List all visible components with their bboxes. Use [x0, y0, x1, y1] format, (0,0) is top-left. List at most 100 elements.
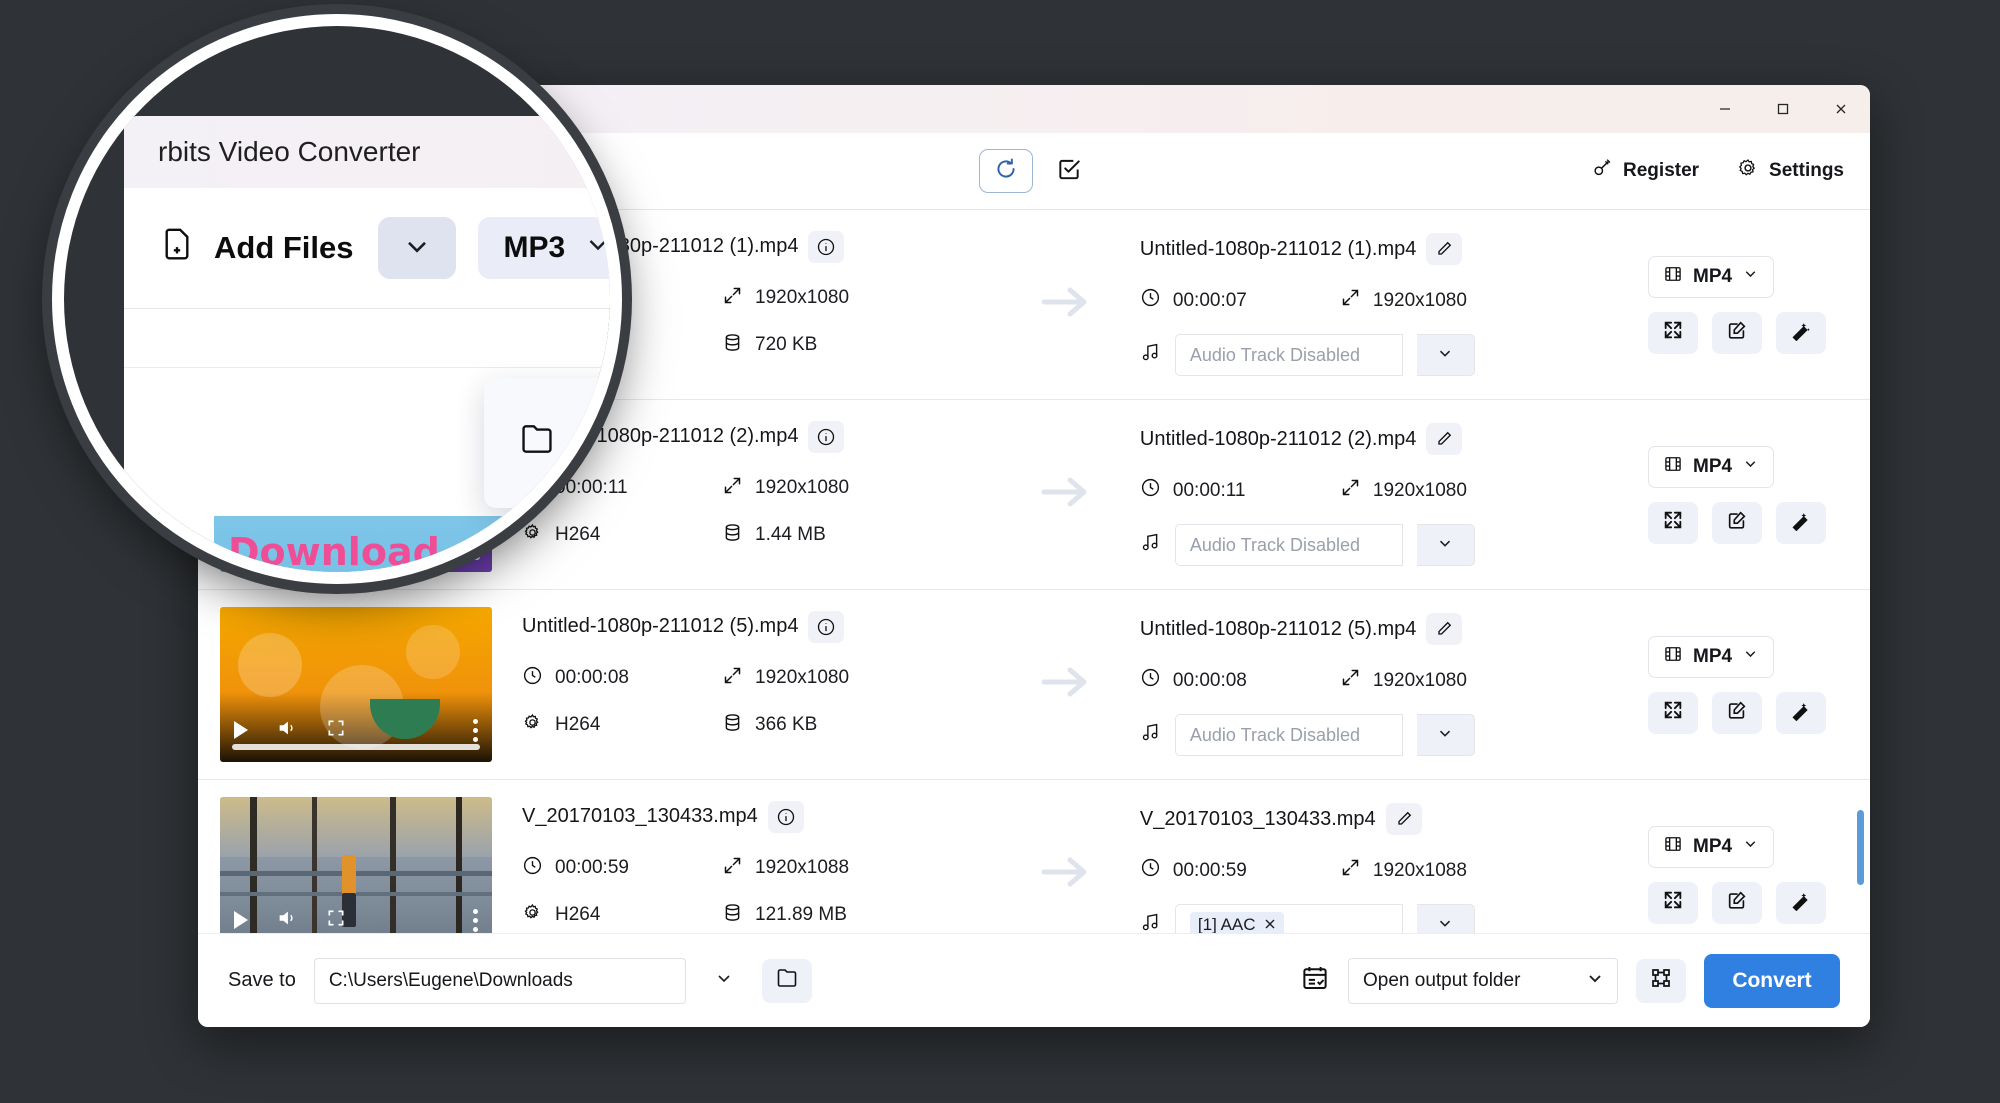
info-icon[interactable]	[808, 230, 845, 263]
row-format-selector[interactable]: MP4	[1648, 635, 1775, 678]
effects-button[interactable]	[1776, 311, 1826, 354]
compress-button[interactable]	[1648, 501, 1698, 544]
magnified-window: rbits Video Converter Add Files MP3 Down…	[124, 116, 610, 574]
audio-track-select[interactable]: Audio Track Disabled	[1174, 524, 1403, 566]
compress-icon	[1662, 699, 1684, 726]
magnified-add-files-button[interactable]: Add Files	[158, 225, 354, 271]
add-folder-menu[interactable]: Add Folder	[484, 378, 610, 508]
output-meta-row: 00:00:11 1920x1080	[1140, 477, 1648, 504]
play-icon[interactable]	[234, 911, 248, 929]
effects-button[interactable]	[1776, 691, 1826, 734]
browse-folder-button[interactable]	[761, 958, 812, 1003]
volume-icon[interactable]	[276, 907, 298, 934]
output-resolution-value: 1920x1088	[1372, 859, 1467, 881]
output-meta-row: 00:00:59 1920x1088	[1140, 857, 1648, 884]
audio-track-select[interactable]: [1] AAC	[1174, 904, 1403, 933]
merge-button[interactable]	[1636, 958, 1686, 1003]
close-icon[interactable]	[1264, 915, 1276, 933]
audio-track-select[interactable]: Audio Track Disabled	[1174, 334, 1403, 376]
magnified-add-files-dropdown-button[interactable]	[377, 217, 456, 279]
check-square-icon	[1056, 156, 1082, 187]
after-conversion-select[interactable]: Open output folder	[1348, 957, 1618, 1004]
source-thumbnail[interactable]	[220, 607, 492, 762]
edit-button[interactable]	[1712, 311, 1762, 354]
source-size: 366 KB	[722, 712, 817, 739]
source-meta-row-1: 00:00:08 1920x1080	[522, 665, 1006, 692]
row-action-buttons	[1648, 691, 1826, 734]
calendar-check-icon	[1300, 963, 1330, 998]
refresh-button[interactable]	[979, 149, 1033, 193]
pencil-icon[interactable]	[1426, 233, 1463, 265]
compress-button[interactable]	[1648, 881, 1698, 924]
convert-arrow	[1006, 852, 1126, 897]
audio-track-dropdown[interactable]	[1416, 524, 1475, 566]
row-format-selector[interactable]: MP4	[1648, 255, 1775, 298]
audio-track-dropdown[interactable]	[1416, 334, 1475, 376]
convert-button[interactable]: Convert	[1704, 953, 1840, 1008]
audio-track-dropdown[interactable]	[1416, 714, 1475, 756]
magnified-format-selector[interactable]: MP3	[477, 217, 610, 279]
source-size: 121.89 MB	[722, 902, 847, 929]
audio-track-dropdown[interactable]	[1416, 904, 1475, 933]
resize-arrows-icon	[722, 855, 743, 882]
magnified-add-files-label: Add Files	[214, 230, 354, 265]
audio-track-tag[interactable]: [1] AAC	[1189, 912, 1284, 933]
table-row[interactable]: Untitled-1080p-211012 (5).mp4 00:00:08 1…	[198, 590, 1870, 780]
edit-button[interactable]	[1712, 881, 1762, 924]
register-button[interactable]: Register	[1587, 151, 1703, 191]
play-icon[interactable]	[234, 721, 248, 739]
vertical-scrollbar[interactable]	[1857, 810, 1864, 885]
audio-track-select[interactable]: Audio Track Disabled	[1174, 714, 1403, 756]
output-duration: 00:00:11	[1140, 477, 1340, 504]
info-icon[interactable]	[808, 420, 845, 453]
pencil-icon[interactable]	[1385, 803, 1422, 835]
source-thumbnail[interactable]	[220, 797, 492, 933]
compress-button[interactable]	[1648, 311, 1698, 354]
clock-icon	[1140, 477, 1161, 504]
source-duration: 00:00:08	[522, 665, 722, 692]
row-format-selector[interactable]: MP4	[1648, 825, 1775, 868]
row-action-buttons	[1648, 501, 1826, 544]
select-all-checkbox[interactable]	[1049, 151, 1089, 191]
chevron-down-icon	[1436, 344, 1454, 367]
row-format-selector[interactable]: MP4	[1648, 445, 1775, 488]
info-icon[interactable]	[808, 610, 845, 643]
save-to-input[interactable]: C:\Users\Eugene\Downloads	[313, 957, 686, 1004]
output-resolution: 1920x1080	[1340, 667, 1467, 694]
chevron-down-icon	[1742, 265, 1759, 288]
fullscreen-icon[interactable]	[326, 908, 346, 933]
settings-button[interactable]: Settings	[1733, 151, 1848, 191]
edit-button[interactable]	[1712, 501, 1762, 544]
table-row[interactable]: V_20170103_130433.mp4 00:00:59 1920x1088…	[198, 780, 1870, 933]
maximize-button[interactable]	[1754, 85, 1812, 133]
kebab-menu-icon[interactable]	[473, 718, 478, 742]
source-size-value: 720 KB	[755, 334, 818, 355]
minimize-button[interactable]	[1696, 85, 1754, 133]
magic-wand-icon	[1790, 509, 1812, 536]
info-icon[interactable]	[767, 800, 804, 833]
compress-button[interactable]	[1648, 691, 1698, 734]
effects-button[interactable]	[1776, 881, 1826, 924]
kebab-menu-icon[interactable]	[473, 908, 478, 932]
database-icon	[722, 902, 743, 929]
arrow-right-icon	[1038, 662, 1094, 707]
magic-wand-icon	[1790, 699, 1812, 726]
save-to-history-dropdown[interactable]	[704, 961, 744, 1001]
output-duration: 00:00:08	[1140, 667, 1340, 694]
volume-icon[interactable]	[276, 717, 298, 744]
gear-icon	[522, 902, 543, 929]
magnified-content: rbits Video Converter Add Files MP3 Down…	[64, 26, 610, 574]
chevron-down-icon	[1436, 724, 1454, 747]
effects-button[interactable]	[1776, 501, 1826, 544]
output-resolution: 1920x1088	[1340, 857, 1467, 884]
fullscreen-icon[interactable]	[326, 718, 346, 743]
pencil-icon[interactable]	[1426, 613, 1463, 645]
pencil-icon[interactable]	[1426, 423, 1463, 455]
output-file-name: Untitled-1080p-211012 (5).mp4	[1139, 617, 1417, 640]
convert-label: Convert	[1732, 968, 1812, 992]
progress-bar[interactable]	[232, 744, 480, 750]
edit-button[interactable]	[1712, 691, 1762, 734]
row-actions: MP4	[1648, 635, 1848, 734]
banner-download-text: Download	[228, 530, 440, 574]
close-button[interactable]	[1812, 85, 1870, 133]
